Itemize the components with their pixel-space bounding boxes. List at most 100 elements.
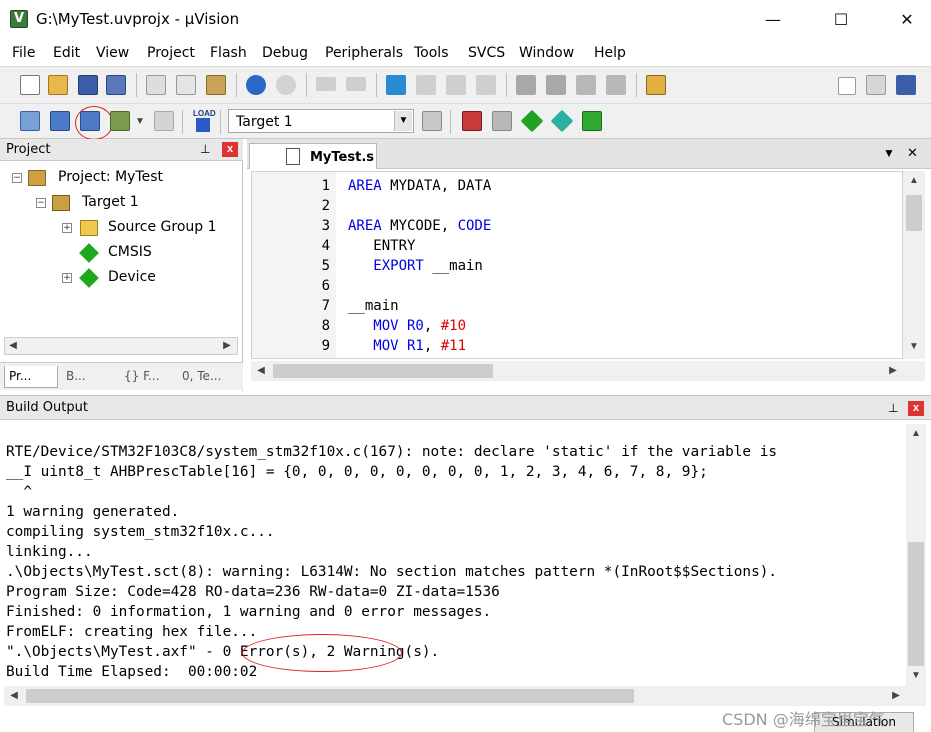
clear-bookmarks-icon[interactable]: [476, 75, 496, 95]
new-file-icon[interactable]: [20, 75, 40, 95]
paste-icon[interactable]: [206, 75, 226, 95]
unindent-icon[interactable]: [546, 75, 566, 95]
tree-item-project[interactable]: − Project: MyTest: [12, 169, 192, 189]
code-line: 7 __main: [252, 296, 902, 316]
bookmark-icon[interactable]: [386, 75, 406, 95]
menu-project[interactable]: Project: [147, 45, 195, 61]
scroll-left-icon[interactable]: ◀: [6, 690, 22, 701]
select-packs-icon[interactable]: [492, 111, 512, 131]
manage-project-items-icon[interactable]: [462, 111, 482, 131]
menu-edit[interactable]: Edit: [53, 45, 80, 61]
translate-icon[interactable]: [20, 111, 40, 131]
code-text: AREA MYDATA, DATA: [348, 176, 491, 196]
cut-icon[interactable]: [146, 75, 166, 95]
pack-installer-icon[interactable]: [550, 109, 574, 133]
menu-file[interactable]: File: [12, 45, 35, 61]
prev-bookmark-icon[interactable]: [416, 75, 436, 95]
menu-svcs[interactable]: SVCS: [468, 45, 505, 61]
chevron-down-icon[interactable]: ▼: [394, 111, 412, 131]
project-horizontal-scrollbar[interactable]: ◀ ▶: [4, 337, 238, 355]
find-in-files-icon[interactable]: [646, 75, 666, 95]
nav-forward-icon[interactable]: [346, 77, 366, 91]
build-icon[interactable]: [50, 111, 70, 131]
collapse-icon[interactable]: −: [36, 198, 46, 208]
open-folder-icon[interactable]: [48, 75, 68, 95]
redo-icon[interactable]: [276, 75, 296, 95]
save-icon[interactable]: [78, 75, 98, 95]
project-close-icon[interactable]: x: [222, 142, 238, 157]
code-token: ENTRY: [348, 238, 416, 254]
manage-rte-icon[interactable]: [520, 109, 544, 133]
scroll-thumb[interactable]: [273, 364, 493, 378]
build-vertical-scrollbar[interactable]: ▲ ▼: [906, 424, 926, 686]
menu-flash[interactable]: Flash: [210, 45, 247, 61]
batch-build-icon[interactable]: [110, 111, 130, 131]
code-text: ENTRY: [348, 236, 415, 256]
build-horizontal-scrollbar[interactable]: ◀ ▶: [4, 686, 926, 706]
editor-horizontal-scrollbar[interactable]: ◀ ▶: [251, 361, 925, 381]
scroll-left-icon[interactable]: ◀: [253, 365, 269, 376]
scroll-left-icon[interactable]: ◀: [5, 340, 21, 351]
save-all-icon[interactable]: [106, 75, 126, 95]
device-database-icon[interactable]: [582, 111, 602, 131]
tree-item-target[interactable]: − Target 1: [36, 194, 176, 214]
tree-item-cmsis[interactable]: CMSIS: [62, 243, 182, 264]
comment-icon[interactable]: [576, 75, 596, 95]
menu-view[interactable]: View: [96, 45, 129, 61]
scroll-thumb[interactable]: [908, 542, 924, 666]
editor-tab-mytest[interactable]: MyTest.s: [249, 143, 377, 169]
scroll-up-icon[interactable]: ▲: [908, 428, 924, 439]
tree-item-source-group[interactable]: + Source Group 1: [62, 219, 222, 239]
scroll-thumb[interactable]: [26, 689, 634, 703]
target-select[interactable]: Target 1 ▼: [228, 109, 414, 133]
pin-icon[interactable]: ⊥: [200, 142, 210, 156]
batch-dropdown-icon[interactable]: ▼: [132, 116, 148, 127]
scroll-up-icon[interactable]: ▲: [906, 175, 922, 186]
collapse-icon[interactable]: −: [12, 173, 22, 183]
menu-window[interactable]: Window: [519, 45, 574, 61]
scroll-thumb[interactable]: [906, 195, 922, 231]
scroll-right-icon[interactable]: ▶: [219, 340, 235, 351]
scroll-down-icon[interactable]: ▼: [908, 670, 924, 681]
next-bookmark-icon[interactable]: [446, 75, 466, 95]
download-icon[interactable]: LOAD: [192, 109, 216, 135]
build-output-text[interactable]: ^ RTE/Device/STM32F103C8/system_stm32f10…: [2, 424, 904, 684]
scroll-down-icon[interactable]: ▼: [906, 341, 922, 352]
undo-icon[interactable]: [246, 75, 266, 95]
code-editor[interactable]: 1 AREA MYDATA, DATA 2 3 AREA MYCODE, CODE 4 E…: [251, 171, 903, 359]
target-options-icon[interactable]: [422, 111, 442, 131]
copy-icon[interactable]: [176, 75, 196, 95]
expand-icon[interactable]: +: [62, 273, 72, 283]
close-window-button[interactable]: ✕: [884, 0, 930, 40]
editor-close-icon[interactable]: ✕: [907, 145, 918, 161]
code-number: #11: [440, 338, 467, 354]
menu-tools[interactable]: Tools: [414, 45, 449, 61]
scroll-right-icon[interactable]: ▶: [888, 690, 904, 701]
tree-item-device[interactable]: + Device: [62, 268, 182, 289]
build-close-icon[interactable]: x: [908, 401, 924, 416]
maximize-button[interactable]: ☐: [818, 0, 864, 40]
tab-functions[interactable]: {} F...: [120, 366, 174, 388]
document-icon: [286, 148, 300, 165]
tab-books[interactable]: B...: [62, 366, 116, 388]
expand-icon[interactable]: +: [62, 223, 72, 233]
line-number: 10: [252, 356, 330, 358]
minimize-button[interactable]: —: [750, 0, 796, 40]
editor-vertical-scrollbar[interactable]: ▲ ▼: [903, 171, 925, 359]
menu-peripherals[interactable]: Peripherals: [325, 45, 403, 61]
code-token: DATA: [457, 178, 492, 194]
configuration-icon[interactable]: [866, 75, 886, 95]
menu-help[interactable]: Help: [594, 45, 626, 61]
menu-debug[interactable]: Debug: [262, 45, 308, 61]
uncomment-icon[interactable]: [606, 75, 626, 95]
pin-icon[interactable]: ⊥: [888, 401, 898, 415]
find-dropdown-icon[interactable]: [838, 77, 856, 95]
wizard-icon[interactable]: [896, 75, 916, 95]
scroll-right-icon[interactable]: ▶: [885, 365, 901, 376]
window-list-icon[interactable]: ▼: [883, 146, 895, 160]
nav-back-icon[interactable]: [316, 77, 336, 91]
tab-project[interactable]: Pr...: [4, 366, 58, 388]
tab-templates[interactable]: 0, Te...: [178, 366, 238, 388]
indent-icon[interactable]: [516, 75, 536, 95]
stop-build-icon[interactable]: [154, 111, 174, 131]
